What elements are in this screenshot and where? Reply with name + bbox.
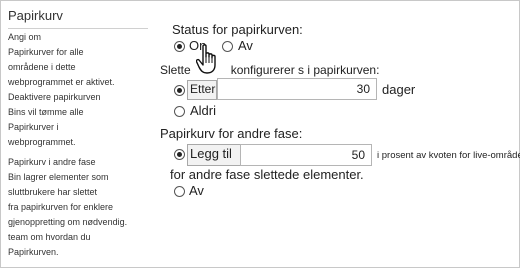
second-stage-off-label[interactable]: Av (189, 183, 204, 198)
second-stage-description: for andre fase slettede elementer. (170, 167, 364, 182)
delete-heading-start: Slette (160, 63, 191, 77)
second-stage-add-radio[interactable] (174, 149, 185, 160)
delete-after-label[interactable]: Etter (190, 82, 215, 96)
description-line: team om hvordan du (8, 232, 91, 242)
second-stage-quota-label: i prosent av kvoten for live-områder (377, 150, 520, 161)
description-line: Papirkurver i (8, 122, 59, 132)
description-line: Bin lagrer elementer som (8, 172, 109, 182)
description-line: Deaktivere papirkurven (8, 92, 101, 102)
status-off-radio[interactable] (222, 41, 233, 52)
delete-never-radio[interactable] (174, 106, 185, 117)
second-stage-percent-input[interactable] (240, 144, 372, 166)
delete-heading: Slette konfigurerer s i papirkurven: (160, 63, 379, 77)
description-line: Angi om (8, 32, 42, 42)
description-line: fra papirkurven for enklere (8, 202, 114, 212)
second-stage-heading: Papirkurv for andre fase: (160, 126, 303, 141)
delete-days-input[interactable] (217, 78, 377, 100)
description-line: Papirkurv i andre fase (8, 157, 96, 167)
description-line: Papirkurver for alle (8, 47, 84, 57)
status-off-label[interactable]: Av (238, 38, 253, 53)
second-stage-add-label[interactable]: Legg til (190, 146, 232, 161)
status-on-radio[interactable] (174, 41, 185, 52)
description-line: områdene i dette (8, 62, 76, 72)
section-title: Papirkurv (8, 8, 63, 23)
description-line: sluttbrukere har slettet (8, 187, 98, 197)
description-line: webprogrammet er aktivet. (8, 77, 115, 87)
status-heading: Status for papirkurven: (172, 22, 303, 37)
description-line: Papirkurven. (8, 247, 59, 257)
section-divider (8, 28, 148, 29)
delete-after-radio[interactable] (174, 85, 185, 96)
delete-unit-label: dager (382, 82, 416, 97)
description-line: Bins vil tømme alle (8, 107, 84, 117)
second-stage-off-radio[interactable] (174, 186, 185, 197)
delete-heading-end: konfigurerer s i papirkurven: (230, 63, 380, 77)
hand-cursor-icon (196, 44, 216, 74)
description-line: gjenoppretting om nødvendig. (8, 217, 128, 227)
delete-never-label[interactable]: Aldri (190, 103, 216, 118)
description-line: webprogrammet. (8, 137, 76, 147)
